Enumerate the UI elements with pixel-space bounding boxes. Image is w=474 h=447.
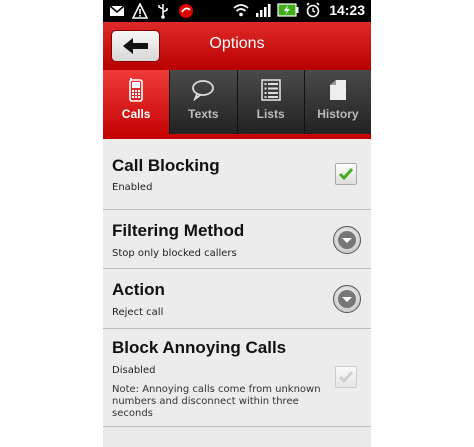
chevron-down-icon <box>338 231 356 249</box>
tab-label: Calls <box>121 107 151 121</box>
setting-filtering-method[interactable]: Filtering Method Stop only blocked calle… <box>103 210 371 269</box>
tab-calls[interactable]: Calls <box>103 70 171 134</box>
setting-summary: Stop only blocked callers <box>112 248 237 259</box>
phone-screen: 14:23 Options Calls Texts Lists History … <box>103 0 371 447</box>
checkmark-icon <box>338 168 354 181</box>
tab-lists[interactable]: Lists <box>238 70 305 134</box>
list-icon <box>258 77 284 103</box>
setting-title: Action <box>112 280 165 299</box>
document-icon <box>325 77 351 103</box>
tab-label: Lists <box>256 107 285 121</box>
tab-bar: Calls Texts Lists History <box>103 70 371 134</box>
warning-icon <box>132 3 148 19</box>
speech-bubble-icon <box>190 77 216 103</box>
tab-history[interactable]: History <box>305 70 371 134</box>
wifi-icon <box>233 4 249 17</box>
settings-list: Call Blocking Enabled Filtering Method S… <box>103 139 371 427</box>
setting-note: Note: Annoying calls come from unknown n… <box>112 384 321 419</box>
setting-title: Block Annoying Calls <box>112 338 287 357</box>
battery-charging-icon <box>277 3 299 17</box>
setting-block-annoying-calls[interactable]: Block Annoying Calls Disabled Note: Anno… <box>103 329 371 427</box>
signal-icon <box>256 4 271 17</box>
alarm-icon <box>306 2 320 18</box>
page-title: Options <box>209 35 265 52</box>
usb-icon <box>158 4 168 19</box>
tab-label: Texts <box>188 107 219 121</box>
setting-action[interactable]: Action Reject call <box>103 269 371 329</box>
setting-summary: Reject call <box>112 307 164 318</box>
tab-texts[interactable]: Texts <box>170 70 238 134</box>
clock: 14:23 <box>329 2 365 18</box>
block-annoying-calls-checkbox[interactable] <box>335 366 357 388</box>
call-blocking-checkbox[interactable] <box>335 163 357 185</box>
phone-icon <box>123 77 149 103</box>
checkmark-icon <box>338 371 354 384</box>
filtering-method-dropdown[interactable] <box>333 226 361 254</box>
mail-icon <box>109 5 125 16</box>
app-notification-icon <box>179 4 193 18</box>
setting-summary: Enabled <box>112 182 153 193</box>
chevron-down-icon <box>338 290 356 308</box>
tab-label: History <box>317 107 359 121</box>
setting-title: Filtering Method <box>112 221 245 240</box>
setting-call-blocking[interactable]: Call Blocking Enabled <box>103 139 371 210</box>
status-bar: 14:23 <box>103 0 371 22</box>
setting-summary: Disabled <box>112 365 156 376</box>
title-bar: Options <box>103 22 371 70</box>
setting-title: Call Blocking <box>112 156 220 175</box>
action-dropdown[interactable] <box>333 285 361 313</box>
